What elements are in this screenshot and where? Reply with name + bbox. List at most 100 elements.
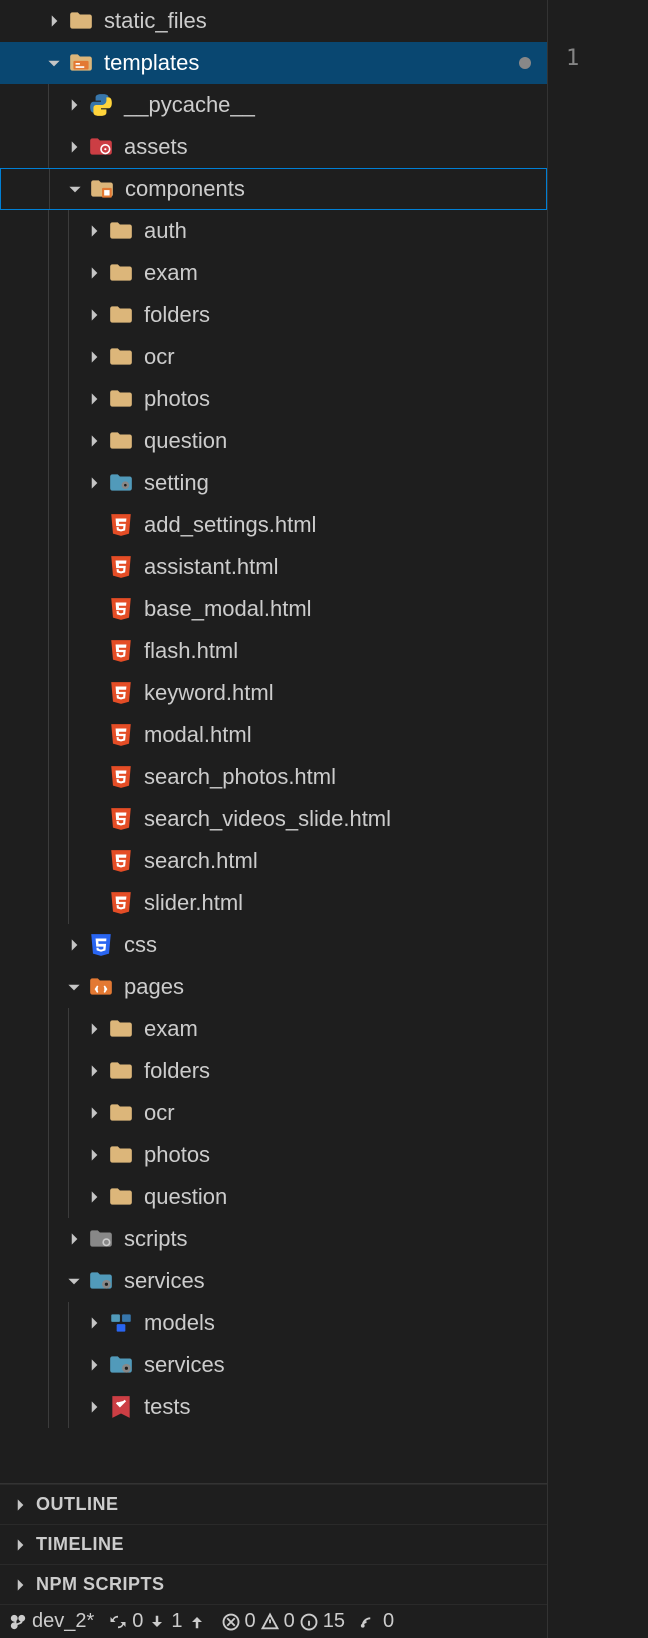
tree-item-pages[interactable]: pages bbox=[0, 966, 547, 1008]
tree-item-pycache[interactable]: __pycache__ bbox=[0, 84, 547, 126]
chevron-right-icon bbox=[84, 389, 104, 409]
html5-icon bbox=[108, 764, 134, 790]
tree-item-label: assets bbox=[124, 134, 188, 160]
explorer-sidebar[interactable]: static_files templates __pycache__ bbox=[0, 0, 548, 1638]
folder-icon bbox=[108, 386, 134, 412]
info-icon bbox=[299, 1612, 319, 1632]
tree-item-label: components bbox=[125, 176, 245, 202]
html5-icon bbox=[108, 680, 134, 706]
tree-item-auth[interactable]: auth bbox=[0, 210, 547, 252]
tree-item-file[interactable]: modal.html bbox=[0, 714, 547, 756]
warning-icon bbox=[260, 1612, 280, 1632]
tree-item-static-files[interactable]: static_files bbox=[0, 0, 547, 42]
warning-count: 0 bbox=[284, 1610, 295, 1633]
sync-icon bbox=[108, 1612, 128, 1632]
tree-item-file[interactable]: search.html bbox=[0, 840, 547, 882]
tree-item-pages-ocr[interactable]: ocr bbox=[0, 1092, 547, 1134]
chevron-right-icon bbox=[44, 11, 64, 31]
sync-up-count: 1 bbox=[171, 1610, 182, 1633]
folder-services-icon bbox=[88, 1268, 114, 1294]
tree-item-label: search.html bbox=[144, 848, 258, 874]
tree-item-file[interactable]: search_photos.html bbox=[0, 756, 547, 798]
tree-item-assets[interactable]: assets bbox=[0, 126, 547, 168]
tree-item-question[interactable]: question bbox=[0, 420, 547, 462]
tree-item-exam[interactable]: exam bbox=[0, 252, 547, 294]
panel-label: NPM SCRIPTS bbox=[36, 1574, 165, 1595]
tree-item-file[interactable]: flash.html bbox=[0, 630, 547, 672]
folder-icon bbox=[108, 1058, 134, 1084]
chevron-right-icon bbox=[84, 1187, 104, 1207]
status-problems[interactable]: 0 0 15 bbox=[221, 1610, 346, 1633]
tree-item-label: folders bbox=[144, 302, 210, 328]
folder-icon bbox=[108, 344, 134, 370]
tree-item-templates[interactable]: templates bbox=[0, 42, 547, 84]
panel-label: OUTLINE bbox=[36, 1494, 119, 1515]
panel-label: TIMELINE bbox=[36, 1534, 124, 1555]
tree-item-label: tests bbox=[144, 1394, 190, 1420]
panel-timeline[interactable]: TIMELINE bbox=[0, 1524, 547, 1564]
tree-item-folders[interactable]: folders bbox=[0, 294, 547, 336]
dirty-indicator-icon bbox=[519, 57, 531, 69]
tree-item-label: photos bbox=[144, 1142, 210, 1168]
status-sync[interactable]: 0 1 bbox=[108, 1610, 206, 1633]
models-icon bbox=[108, 1310, 134, 1336]
html5-icon bbox=[108, 890, 134, 916]
tree-item-file[interactable]: assistant.html bbox=[0, 546, 547, 588]
tree-item-file[interactable]: slider.html bbox=[0, 882, 547, 924]
tree-item-pages-photos[interactable]: photos bbox=[0, 1134, 547, 1176]
line-number: 1 bbox=[566, 46, 579, 71]
tree-item-pages-exam[interactable]: exam bbox=[0, 1008, 547, 1050]
tree-item-label: slider.html bbox=[144, 890, 243, 916]
panel-npm-scripts[interactable]: NPM SCRIPTS bbox=[0, 1564, 547, 1604]
status-branch[interactable]: dev_2* bbox=[8, 1610, 94, 1633]
tree-item-file[interactable]: base_modal.html bbox=[0, 588, 547, 630]
tree-item-label: keyword.html bbox=[144, 680, 274, 706]
tree-item-models[interactable]: models bbox=[0, 1302, 547, 1344]
chevron-right-icon bbox=[84, 305, 104, 325]
folder-icon bbox=[108, 1100, 134, 1126]
folder-icon bbox=[108, 1142, 134, 1168]
tree-item-file[interactable]: keyword.html bbox=[0, 672, 547, 714]
tree-item-label: search_photos.html bbox=[144, 764, 336, 790]
error-icon bbox=[221, 1612, 241, 1632]
html5-icon bbox=[108, 722, 134, 748]
tree-item-scripts[interactable]: scripts bbox=[0, 1218, 547, 1260]
html5-icon bbox=[108, 512, 134, 538]
folder-assets-icon bbox=[88, 134, 114, 160]
arrow-up-icon bbox=[187, 1612, 207, 1632]
tree-item-components[interactable]: components bbox=[0, 168, 547, 210]
tree-item-pages-question[interactable]: question bbox=[0, 1176, 547, 1218]
chevron-right-icon bbox=[84, 1355, 104, 1375]
arrow-down-icon bbox=[147, 1612, 167, 1632]
tree-item-label: add_settings.html bbox=[144, 512, 316, 538]
chevron-right-icon bbox=[84, 347, 104, 367]
panel-outline[interactable]: OUTLINE bbox=[0, 1484, 547, 1524]
html5-icon bbox=[108, 638, 134, 664]
tree-item-label: exam bbox=[144, 1016, 198, 1042]
folder-icon bbox=[108, 218, 134, 244]
tree-item-services-sub[interactable]: services bbox=[0, 1344, 547, 1386]
tree-item-services[interactable]: services bbox=[0, 1260, 547, 1302]
tree-item-ocr[interactable]: ocr bbox=[0, 336, 547, 378]
folder-icon bbox=[108, 1184, 134, 1210]
tree-item-photos[interactable]: photos bbox=[0, 378, 547, 420]
tree-item-file[interactable]: search_videos_slide.html bbox=[0, 798, 547, 840]
chevron-down-icon bbox=[64, 977, 84, 997]
tree-item-label: flash.html bbox=[144, 638, 238, 664]
tree-item-label: models bbox=[144, 1310, 215, 1336]
tree-item-css[interactable]: css bbox=[0, 924, 547, 966]
error-count: 0 bbox=[245, 1610, 256, 1633]
html5-icon bbox=[108, 848, 134, 874]
tree-item-file[interactable]: add_settings.html bbox=[0, 504, 547, 546]
chevron-right-icon bbox=[84, 1397, 104, 1417]
tree-item-setting[interactable]: setting bbox=[0, 462, 547, 504]
tree-item-label: question bbox=[144, 1184, 227, 1210]
file-tree[interactable]: static_files templates __pycache__ bbox=[0, 0, 547, 1483]
tree-item-pages-folders[interactable]: folders bbox=[0, 1050, 547, 1092]
tree-item-tests[interactable]: tests bbox=[0, 1386, 547, 1428]
html5-icon bbox=[108, 806, 134, 832]
folder-icon bbox=[108, 428, 134, 454]
status-ports[interactable]: 0 bbox=[359, 1610, 394, 1633]
git-branch-icon bbox=[8, 1612, 28, 1632]
editor-area[interactable]: 1 bbox=[548, 0, 648, 1638]
